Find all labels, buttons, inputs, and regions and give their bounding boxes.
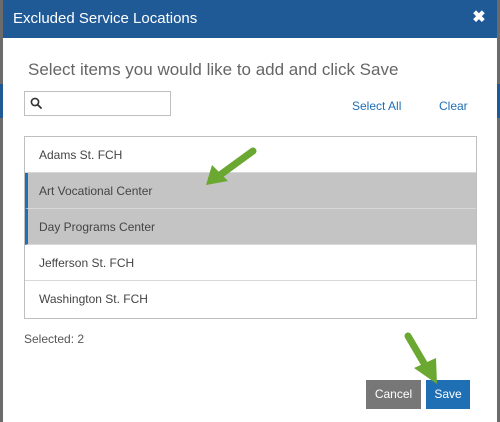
search-input[interactable] [47, 94, 167, 113]
dialog-title: Excluded Service Locations [13, 10, 198, 27]
arrow-annotation-icon [206, 147, 257, 185]
search-field[interactable] [24, 91, 171, 116]
excluded-locations-dialog: Excluded Service Locations ✖ Select item… [3, 0, 497, 422]
close-icon[interactable]: ✖ [471, 9, 487, 27]
list-item[interactable]: Washington St. FCH [25, 281, 476, 317]
select-all-link[interactable]: Select All [352, 99, 401, 113]
arrow-annotation-icon [404, 332, 437, 384]
list-item[interactable]: Jefferson St. FCH [25, 245, 476, 281]
clear-link[interactable]: Clear [439, 99, 468, 113]
dialog-header: Excluded Service Locations ✖ [3, 0, 497, 38]
list-item[interactable]: Day Programs Center [25, 209, 476, 245]
search-icon [30, 97, 42, 109]
selected-count: Selected: 2 [24, 332, 85, 346]
instruction-text: Select items you would like to add and c… [28, 60, 399, 79]
